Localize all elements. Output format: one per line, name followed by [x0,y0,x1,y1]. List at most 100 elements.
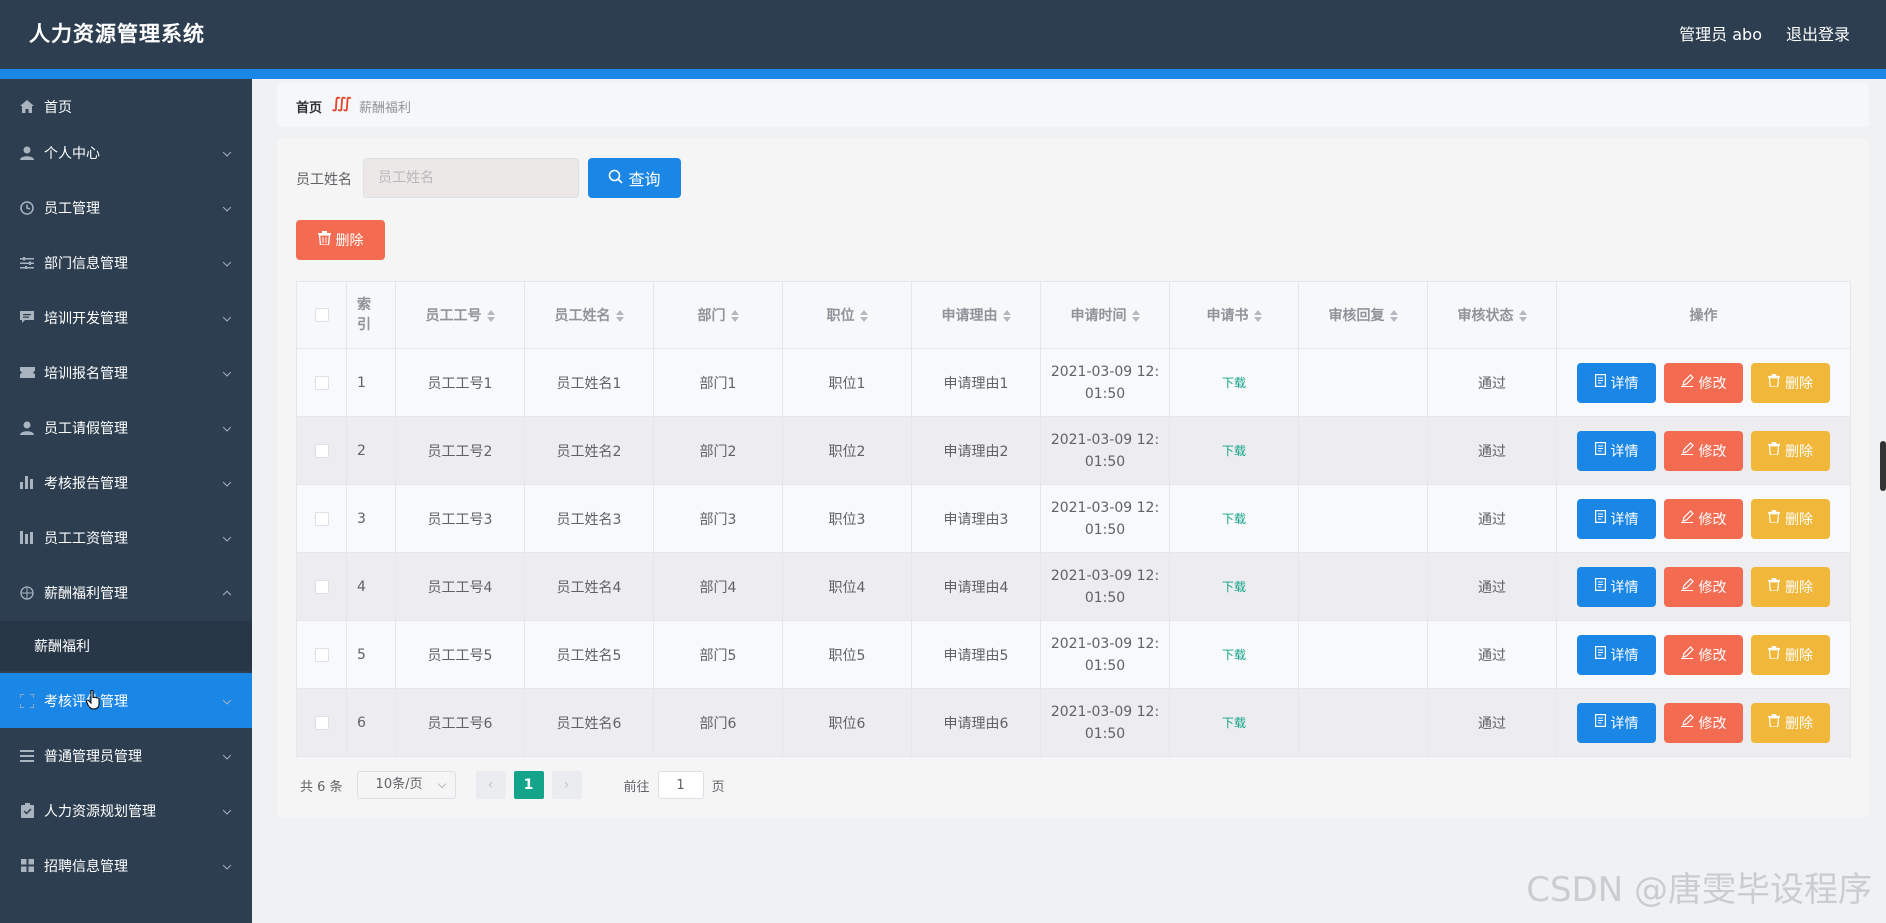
delete-button[interactable]: 删除 [1751,362,1830,403]
cell-time: 2021-03-09 12: 01:50 [1040,416,1170,485]
row-checkbox[interactable] [314,579,329,594]
download-link[interactable]: 下载 [1222,444,1246,458]
row-select-cell[interactable] [296,552,347,621]
row-checkbox[interactable] [314,511,329,526]
column-header-time[interactable]: 申请时间 [1040,281,1170,349]
row-checkbox[interactable] [314,375,329,390]
sort-icon[interactable] [1253,310,1262,322]
sidebar-item-hr-planning[interactable]: 人力资源规划管理 [0,783,252,838]
cell-document: 下载 [1169,620,1299,689]
detail-button[interactable]: 详情 [1577,430,1656,471]
chevron-up-icon [222,590,232,599]
detail-button[interactable]: 详情 [1577,566,1656,607]
page-number-current[interactable]: 1 [513,771,544,799]
delete-button[interactable]: 删除 [1751,498,1830,539]
cell-status: 通过 [1427,484,1557,553]
edit-button[interactable]: 修改 [1664,566,1743,607]
cell-document: 下载 [1169,688,1299,757]
prev-page-button[interactable]: ‹ [475,771,506,799]
row-select-cell[interactable] [296,620,347,689]
column-header-reply[interactable]: 审核回复 [1298,281,1428,349]
delete-button[interactable]: 删除 [1751,702,1830,743]
sidebar-item-assessment-eval[interactable]: 考核评估管理 [0,673,252,728]
cell-time-line1: 2021-03-09 12: [1050,567,1160,584]
sort-icon[interactable] [1131,310,1140,322]
sidebar-item-label: 首页 [44,99,72,116]
edit-button[interactable]: 修改 [1664,362,1743,403]
table-row: 1 员工工号1 员工姓名1 部门1 职位1 申请理由1 2021-03-09 12: 01:5… [296,348,1851,417]
column-header-emp-no[interactable]: 员工工号 [395,281,525,349]
sidebar-item-departments[interactable]: 部门信息管理 [0,235,252,290]
sort-icon[interactable] [615,310,624,322]
column-header-position[interactable]: 职位 [782,281,912,349]
download-link[interactable]: 下载 [1222,580,1246,594]
row-checkbox[interactable] [314,647,329,662]
sidebar-item-compensation[interactable]: 薪酬福利管理 [0,565,252,620]
sidebar-item-employees[interactable]: 员工管理 [0,180,252,235]
sidebar-item-salary[interactable]: 员工工资管理 [0,510,252,565]
next-page-button[interactable]: › [551,771,582,799]
search-input[interactable] [363,158,579,198]
sort-icon[interactable] [1002,310,1011,322]
sidebar-item-admins[interactable]: 普通管理员管理 [0,728,252,783]
row-select-cell[interactable] [296,484,347,553]
page-size-select[interactable]: 10条/页 [356,771,456,799]
sort-icon[interactable] [730,310,739,322]
column-header-emp-name[interactable]: 员工姓名 [524,281,654,349]
column-header-dept[interactable]: 部门 [653,281,783,349]
sidebar-item-training-signup[interactable]: 培训报名管理 [0,345,252,400]
sort-icon[interactable] [859,310,868,322]
select-all-checkbox[interactable] [314,308,329,322]
bulk-delete-button[interactable]: 删除 [296,220,385,260]
detail-button[interactable]: 详情 [1577,702,1656,743]
row-checkbox[interactable] [314,443,329,458]
download-link[interactable]: 下载 [1222,512,1246,526]
row-select-cell[interactable] [296,688,347,757]
edit-button[interactable]: 修改 [1664,702,1743,743]
delete-button[interactable]: 删除 [1751,634,1830,675]
select-all-cell[interactable] [296,281,347,349]
row-select-cell[interactable] [296,348,347,417]
sidebar-item-leave[interactable]: 员工请假管理 [0,400,252,455]
sidebar-item-recruitment[interactable]: 招聘信息管理 [0,838,252,893]
query-button[interactable]: 查询 [588,158,681,198]
cell-position: 职位1 [782,348,912,417]
column-header-status[interactable]: 审核状态 [1427,281,1557,349]
breadcrumb-home[interactable]: 首页 [296,97,322,116]
row-select-cell[interactable] [296,416,347,485]
chevron-down-icon [222,695,232,705]
sort-icon[interactable] [1518,310,1527,322]
column-header-document[interactable]: 申请书 [1169,281,1299,349]
delete-button[interactable]: 删除 [1751,566,1830,607]
sidebar-item-assessment-report[interactable]: 考核报告管理 [0,455,252,510]
sidebar-item-training[interactable]: 培训开发管理 [0,290,252,345]
scrollbar-thumb[interactable] [1880,441,1886,491]
edit-button[interactable]: 修改 [1664,430,1743,471]
bar-chart-icon [19,475,35,491]
column-header-label: 申请书 [1206,308,1249,324]
sort-icon[interactable] [1389,310,1398,322]
chevron-down-icon [222,202,232,212]
download-link[interactable]: 下载 [1222,716,1246,730]
download-link[interactable]: 下载 [1222,648,1246,662]
detail-button[interactable]: 详情 [1577,362,1656,403]
sidebar-item-profile[interactable]: 个人中心 [0,125,252,180]
cell-actions: 详情 修改 删除 [1556,416,1851,485]
chevron-down-icon [222,805,232,815]
document-icon [1594,374,1606,391]
row-checkbox[interactable] [314,715,329,730]
column-header-label: 申请理由 [941,308,998,324]
main-card: 员工姓名 查询 删除 索引 员工工号 员工姓名 部门 职位 申请理由 申请时间 … [277,138,1869,817]
edit-button[interactable]: 修改 [1664,634,1743,675]
column-header-reason[interactable]: 申请理由 [911,281,1041,349]
detail-button[interactable]: 详情 [1577,634,1656,675]
detail-button[interactable]: 详情 [1577,498,1656,539]
cell-emp-name: 员工姓名6 [524,688,654,757]
submenu-item-compensation[interactable]: 薪酬福利 [0,621,252,671]
logout-link[interactable]: 退出登录 [1786,21,1850,45]
sort-icon[interactable] [486,310,495,322]
delete-button[interactable]: 删除 [1751,430,1830,471]
page-jump-input[interactable] [657,771,704,799]
edit-button[interactable]: 修改 [1664,498,1743,539]
download-link[interactable]: 下载 [1222,376,1246,390]
